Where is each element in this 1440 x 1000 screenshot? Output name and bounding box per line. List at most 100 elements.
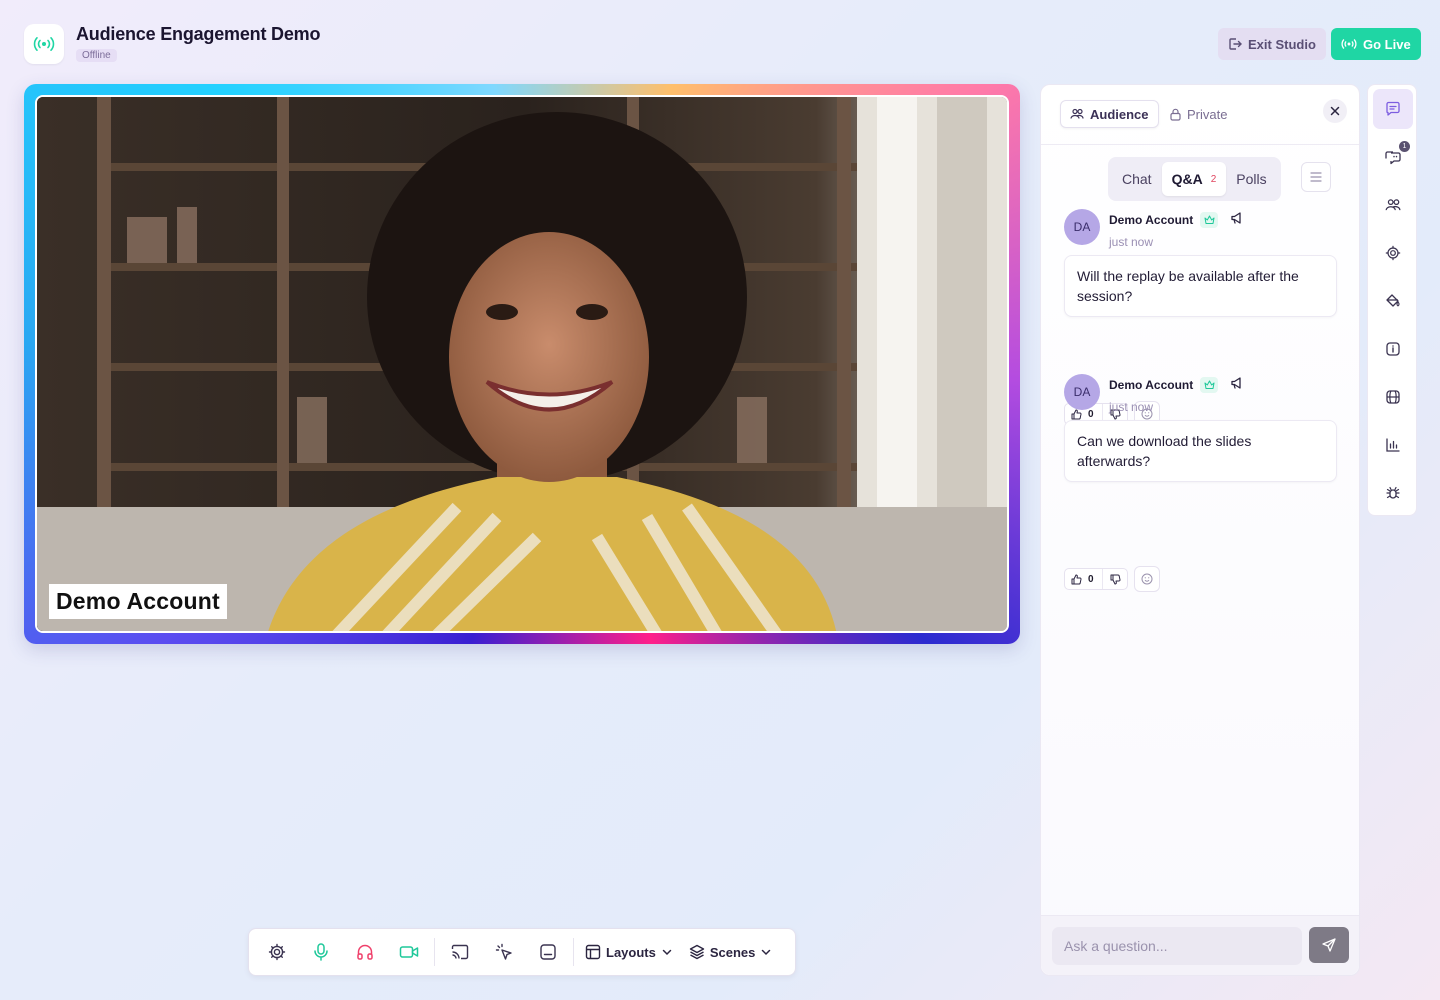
bug-icon (1386, 486, 1400, 499)
tab-private[interactable]: Private (1166, 100, 1231, 128)
panel-header: Audience Private (1041, 85, 1359, 145)
qa-menu-button[interactable] (1301, 162, 1331, 192)
tab-private-label: Private (1187, 106, 1228, 122)
tab-audience[interactable]: Audience (1060, 100, 1159, 128)
microphone-icon (314, 943, 328, 961)
camera-button[interactable] (387, 934, 431, 970)
thumbs-down-icon (1110, 574, 1121, 584)
segment-chat[interactable]: Chat (1112, 162, 1162, 196)
avatar: DA (1064, 374, 1100, 410)
rail-qa-button[interactable]: 1 (1373, 137, 1413, 177)
layout-icon (585, 944, 601, 960)
headphones-button[interactable] (343, 934, 387, 970)
ask-question-area (1041, 915, 1359, 975)
lock-icon (1170, 108, 1181, 121)
pointer-icon (495, 943, 512, 960)
upvote-count: 0 (1088, 573, 1094, 585)
qa-author: Demo Account (1109, 213, 1194, 227)
layouts-label: Layouts (606, 944, 656, 960)
cast-icon (451, 944, 469, 960)
studio-toolbar: Layouts Scenes (248, 928, 796, 976)
vote-controls: 0 (1064, 568, 1128, 590)
megaphone-icon (1231, 212, 1241, 224)
paint-bucket-icon (1386, 294, 1400, 307)
toolbar-divider (573, 938, 574, 966)
qa-timestamp: just now (1109, 400, 1154, 414)
rail-analytics-button[interactable] (1373, 425, 1413, 465)
participant-name-tag: Demo Account (49, 584, 227, 619)
thumbs-up-icon (1071, 574, 1082, 584)
people-icon (1385, 199, 1401, 211)
segment-polls[interactable]: Polls (1226, 162, 1276, 196)
send-icon (1322, 938, 1336, 952)
engagement-segments: Chat Q&A 2 Polls (1108, 157, 1281, 201)
captions-button[interactable] (526, 934, 570, 970)
rail-people-button[interactable] (1373, 185, 1413, 225)
microphone-button[interactable] (299, 934, 343, 970)
segment-qa-label: Q&A (1171, 171, 1203, 187)
add-reaction-button[interactable] (1134, 566, 1160, 592)
menu-icon (1310, 172, 1322, 182)
broadcast-icon (1341, 39, 1357, 49)
segment-qa[interactable]: Q&A 2 (1161, 162, 1227, 196)
qa-question-text: Will the replay be available after the s… (1064, 255, 1337, 317)
highlight-question-button[interactable] (1230, 211, 1244, 225)
rail-globe-button[interactable] (1373, 377, 1413, 417)
qa-count-badge: 2 (1210, 173, 1217, 185)
rail-settings-button[interactable] (1373, 233, 1413, 273)
rail-chat-button[interactable] (1373, 89, 1413, 129)
chevron-down-icon (762, 949, 771, 956)
host-badge (1200, 212, 1218, 228)
close-panel-button[interactable] (1323, 99, 1347, 123)
info-icon (1386, 342, 1400, 356)
gear-icon (268, 943, 286, 961)
video-stage[interactable]: Demo Account (35, 95, 1009, 633)
pointer-button[interactable] (482, 934, 526, 970)
rail-debug-button[interactable] (1373, 473, 1413, 513)
host-badge (1200, 377, 1218, 393)
headphones-icon (357, 944, 373, 960)
qa-author: Demo Account (1109, 378, 1194, 392)
go-live-button[interactable]: Go Live (1331, 28, 1421, 60)
crown-icon (1204, 215, 1214, 224)
layouts-dropdown[interactable]: Layouts (577, 934, 681, 970)
bar-chart-icon (1386, 438, 1400, 452)
status-badge: Offline (76, 49, 117, 62)
scenes-dropdown[interactable]: Scenes (681, 934, 781, 970)
camera-icon (399, 946, 419, 958)
toolbar-divider (434, 938, 435, 966)
engagement-panel: Audience Private Chat Q&A 2 Polls DA Dem… (1040, 84, 1360, 976)
qa-timestamp: just now (1109, 235, 1154, 249)
thumbs-up-icon (1071, 409, 1082, 419)
settings-icon (1385, 245, 1401, 261)
cast-button[interactable] (438, 934, 482, 970)
upvote-count: 0 (1088, 408, 1094, 420)
ask-question-input[interactable] (1052, 927, 1302, 965)
downvote-button[interactable] (1103, 574, 1127, 585)
avatar: DA (1064, 209, 1100, 245)
megaphone-icon (1231, 377, 1241, 389)
exit-icon (1229, 38, 1242, 50)
go-live-label: Go Live (1363, 36, 1411, 52)
tab-audience-label: Audience (1090, 106, 1149, 122)
chat-icon (1386, 101, 1400, 116)
crown-icon (1204, 380, 1214, 389)
rail-branding-button[interactable] (1373, 281, 1413, 321)
close-icon (1330, 106, 1340, 116)
highlight-question-button[interactable] (1230, 376, 1244, 390)
broadcast-icon (33, 37, 55, 51)
scenes-label: Scenes (709, 944, 756, 960)
people-icon (1070, 108, 1084, 119)
tools-rail: 1 (1367, 84, 1417, 516)
upvote-button[interactable]: 0 (1065, 569, 1103, 589)
layers-icon (689, 944, 705, 960)
settings-button[interactable] (255, 934, 299, 970)
chevron-down-icon (662, 949, 672, 956)
qa-icon (1385, 151, 1401, 165)
notification-badge: 1 (1399, 141, 1410, 152)
video-feed (37, 97, 1007, 631)
send-question-button[interactable] (1309, 927, 1349, 963)
globe-icon (1386, 390, 1400, 404)
exit-studio-button[interactable]: Exit Studio (1218, 28, 1326, 60)
rail-info-button[interactable] (1373, 329, 1413, 369)
